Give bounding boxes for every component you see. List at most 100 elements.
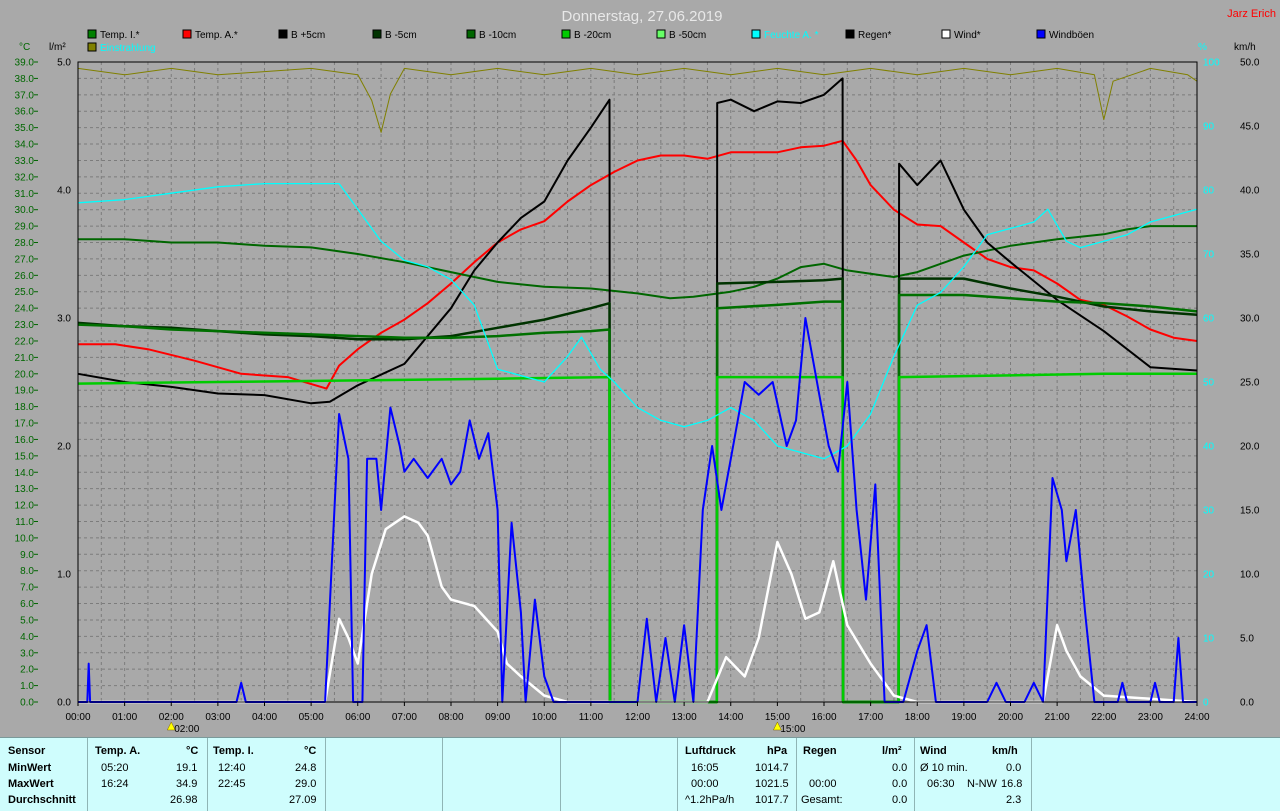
y-wind-tick-label: 40.0 xyxy=(1240,186,1260,197)
legend-swatch xyxy=(656,29,666,39)
y-temp-tick-label: 29.0 xyxy=(15,222,35,233)
y-rain-tick-label: 2.0 xyxy=(57,442,71,453)
y-temp-unit: °C xyxy=(19,42,30,53)
y-temp-tick-label: 16.0 xyxy=(15,435,35,446)
y-rain-tick-label: 4.0 xyxy=(57,186,71,197)
y-temp-tick-label: 22.0 xyxy=(15,336,35,347)
y-wind-tick-label: 10.0 xyxy=(1240,570,1260,581)
y-wind-tick-label: 15.0 xyxy=(1240,506,1260,517)
y-temp-tick-label: 11.0 xyxy=(15,517,34,528)
temp-i-max-time: 22:45 xyxy=(218,778,246,790)
legend-label: Temp. I.* xyxy=(100,30,140,41)
pressure-max-time: 00:00 xyxy=(691,778,719,790)
temp-a-min-value: 19.1 xyxy=(176,762,198,774)
pressure-unit: hPa xyxy=(767,745,788,757)
y-hum-unit: % xyxy=(1198,42,1207,53)
y-rain-unit: l/m² xyxy=(49,42,66,53)
rain-max-value: 0.0 xyxy=(892,778,908,790)
y-hum-tick-label: 0 xyxy=(1203,698,1209,709)
x-tick-label: 17:00 xyxy=(858,712,883,723)
y-temp-tick-label: 28.0 xyxy=(15,238,35,249)
row-label-avg: Durchschnitt xyxy=(8,794,76,806)
x-tick-label: 08:00 xyxy=(438,712,463,723)
legend-swatch xyxy=(561,29,571,39)
temp-a-max-value: 34.9 xyxy=(176,778,198,790)
wind-unit: km/h xyxy=(992,745,1018,757)
legend-label: B -50cm xyxy=(669,30,706,41)
y-rain-tick-label: 5.0 xyxy=(57,58,71,69)
y-hum-tick-label: 100 xyxy=(1203,58,1220,69)
legend-swatch xyxy=(278,29,288,39)
legend-label: Windböen xyxy=(1049,30,1094,41)
pressure-max-value: 1021.5 xyxy=(755,778,789,790)
temp-a-max-time: 16:24 xyxy=(101,778,129,790)
x-tick-label: 19:00 xyxy=(951,712,976,723)
row-label-sensor: Sensor xyxy=(8,745,46,757)
y-temp-tick-label: 19.0 xyxy=(15,386,35,397)
legend-swatch xyxy=(372,29,382,39)
wind-avg-label: Ø 10 min. xyxy=(920,762,968,774)
legend: Temp. I.* Temp. A.* B +5cm B -5cm B -10cm B -… xyxy=(87,29,1094,54)
chart-title: Donnerstag, 27.06.2019 xyxy=(562,8,723,25)
y-temp-tick-label: 30.0 xyxy=(15,205,35,216)
rain-total-value: 0.0 xyxy=(892,794,908,806)
y-temp-tick-label: 14.0 xyxy=(15,468,35,479)
x-tick-label: 04:00 xyxy=(252,712,277,723)
y-hum-tick-label: 10 xyxy=(1203,634,1215,645)
x-tick-label: 03:00 xyxy=(205,712,230,723)
time-marker-label: 02:00 xyxy=(174,724,199,735)
legend-swatch xyxy=(87,29,97,39)
y-wind-tick-label: 35.0 xyxy=(1240,250,1260,261)
y-hum-tick-label: 60 xyxy=(1203,314,1215,325)
wind-max-direction: N-NW xyxy=(967,778,997,790)
x-tick-label: 18:00 xyxy=(905,712,930,723)
wind-mean-value: 2.3 xyxy=(1006,794,1022,806)
x-tick-label: 20:00 xyxy=(998,712,1023,723)
time-marker-label: 15:00 xyxy=(780,724,805,735)
y-temp-tick-label: 32.0 xyxy=(15,172,35,183)
y-hum-tick-label: 30 xyxy=(1203,506,1215,517)
legend-label: Einstrahlung xyxy=(100,43,156,54)
legend-swatch xyxy=(87,42,97,52)
y-temp-tick-label: 12.0 xyxy=(15,501,35,512)
y-temp-tick-label: 33.0 xyxy=(15,156,35,167)
y-temp-tick-label: 0.0 xyxy=(20,698,34,709)
y-temp-tick-label: 6.0 xyxy=(20,599,34,610)
y-temp-tick-label: 24.0 xyxy=(15,304,35,315)
y-hum-tick-label: 40 xyxy=(1203,442,1215,453)
y-temp-tick-label: 20.0 xyxy=(15,369,35,380)
temp-a-header: Temp. A. xyxy=(95,745,141,757)
x-tick-label: 01:00 xyxy=(112,712,137,723)
x-tick-label: 14:00 xyxy=(718,712,743,723)
wind-max-value: 16.8 xyxy=(1001,778,1023,790)
rain-header: Regen xyxy=(803,745,837,757)
y-temp-tick-label: 26.0 xyxy=(15,271,35,282)
pressure-min-time: 16:05 xyxy=(691,762,719,774)
row-label-max: MaxWert xyxy=(8,778,54,790)
y-hum-tick-label: 20 xyxy=(1203,570,1215,581)
y-temp-tick-label: 5.0 xyxy=(20,615,34,626)
y-wind-tick-label: 5.0 xyxy=(1240,634,1254,645)
y-wind-tick-label: 50.0 xyxy=(1240,58,1260,69)
y-temp-tick-label: 13.0 xyxy=(15,484,35,495)
y-temp-tick-label: 2.0 xyxy=(20,665,34,676)
y-temp-tick-label: 38.0 xyxy=(15,74,35,85)
y-rain-tick-label: 3.0 xyxy=(57,314,71,325)
x-tick-label: 09:00 xyxy=(485,712,510,723)
temp-i-unit: °C xyxy=(304,745,317,757)
y-temp-tick-label: 21.0 xyxy=(15,353,35,364)
rain-total-label: Gesamt: xyxy=(801,794,843,806)
legend-swatch xyxy=(845,29,855,39)
y-wind-tick-label: 45.0 xyxy=(1240,122,1260,133)
weather-chart: 0.0 1.0 2.0 3.0 4.0 5.0 6.0 7.0 8.0 9.0 10.0 11.0 12… xyxy=(15,8,1276,735)
temp-a-average: 26.98 xyxy=(170,794,198,806)
legend-swatch xyxy=(182,29,192,39)
temp-a-min-time: 05:20 xyxy=(101,762,129,774)
x-tick-label: 02:00 xyxy=(159,712,184,723)
y-temp-tick-label: 7.0 xyxy=(20,583,34,594)
y-temp-tick-label: 27.0 xyxy=(15,254,35,265)
temp-i-header: Temp. I. xyxy=(213,745,254,757)
row-label-min: MinWert xyxy=(8,762,52,774)
x-tick-label: 21:00 xyxy=(1045,712,1070,723)
x-tick-label: 11:00 xyxy=(579,712,604,723)
